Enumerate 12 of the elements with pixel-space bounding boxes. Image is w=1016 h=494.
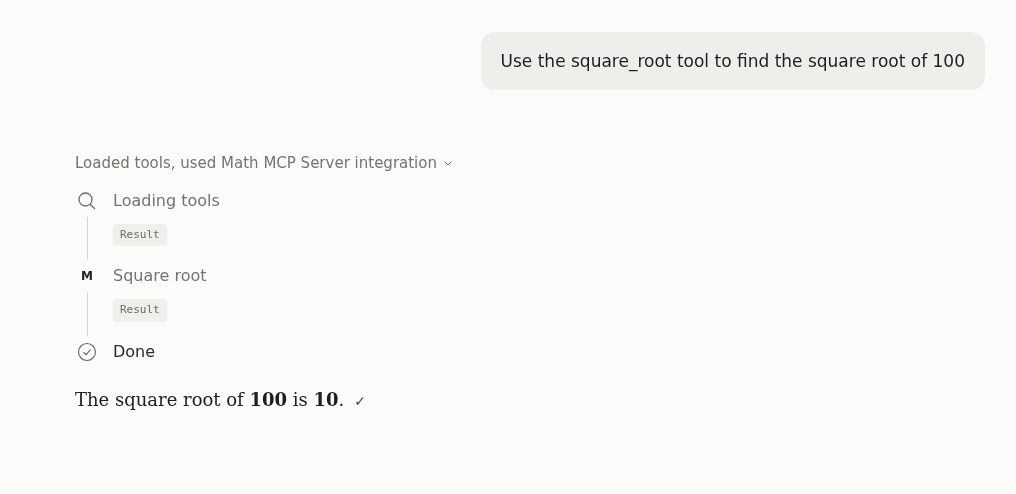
server-initial-icon: M (81, 270, 93, 282)
step-label: Loading tools (113, 189, 220, 212)
search-icon (77, 190, 97, 211)
result-chip[interactable]: Result (113, 299, 167, 322)
check-mark: ✓ (354, 391, 367, 411)
check-circle-icon (77, 341, 97, 362)
step-label: Square root (113, 265, 207, 287)
step-label: Done (113, 340, 156, 363)
user-message: Use the square_root tool to find the square root of 100 (480, 32, 985, 90)
result-chip[interactable]: Result (113, 223, 167, 246)
answer-text: The square root of 100 is 10. (75, 387, 345, 412)
tool-summary-toggle[interactable]: Loaded tools, used Math MCP Server integration (75, 152, 453, 175)
